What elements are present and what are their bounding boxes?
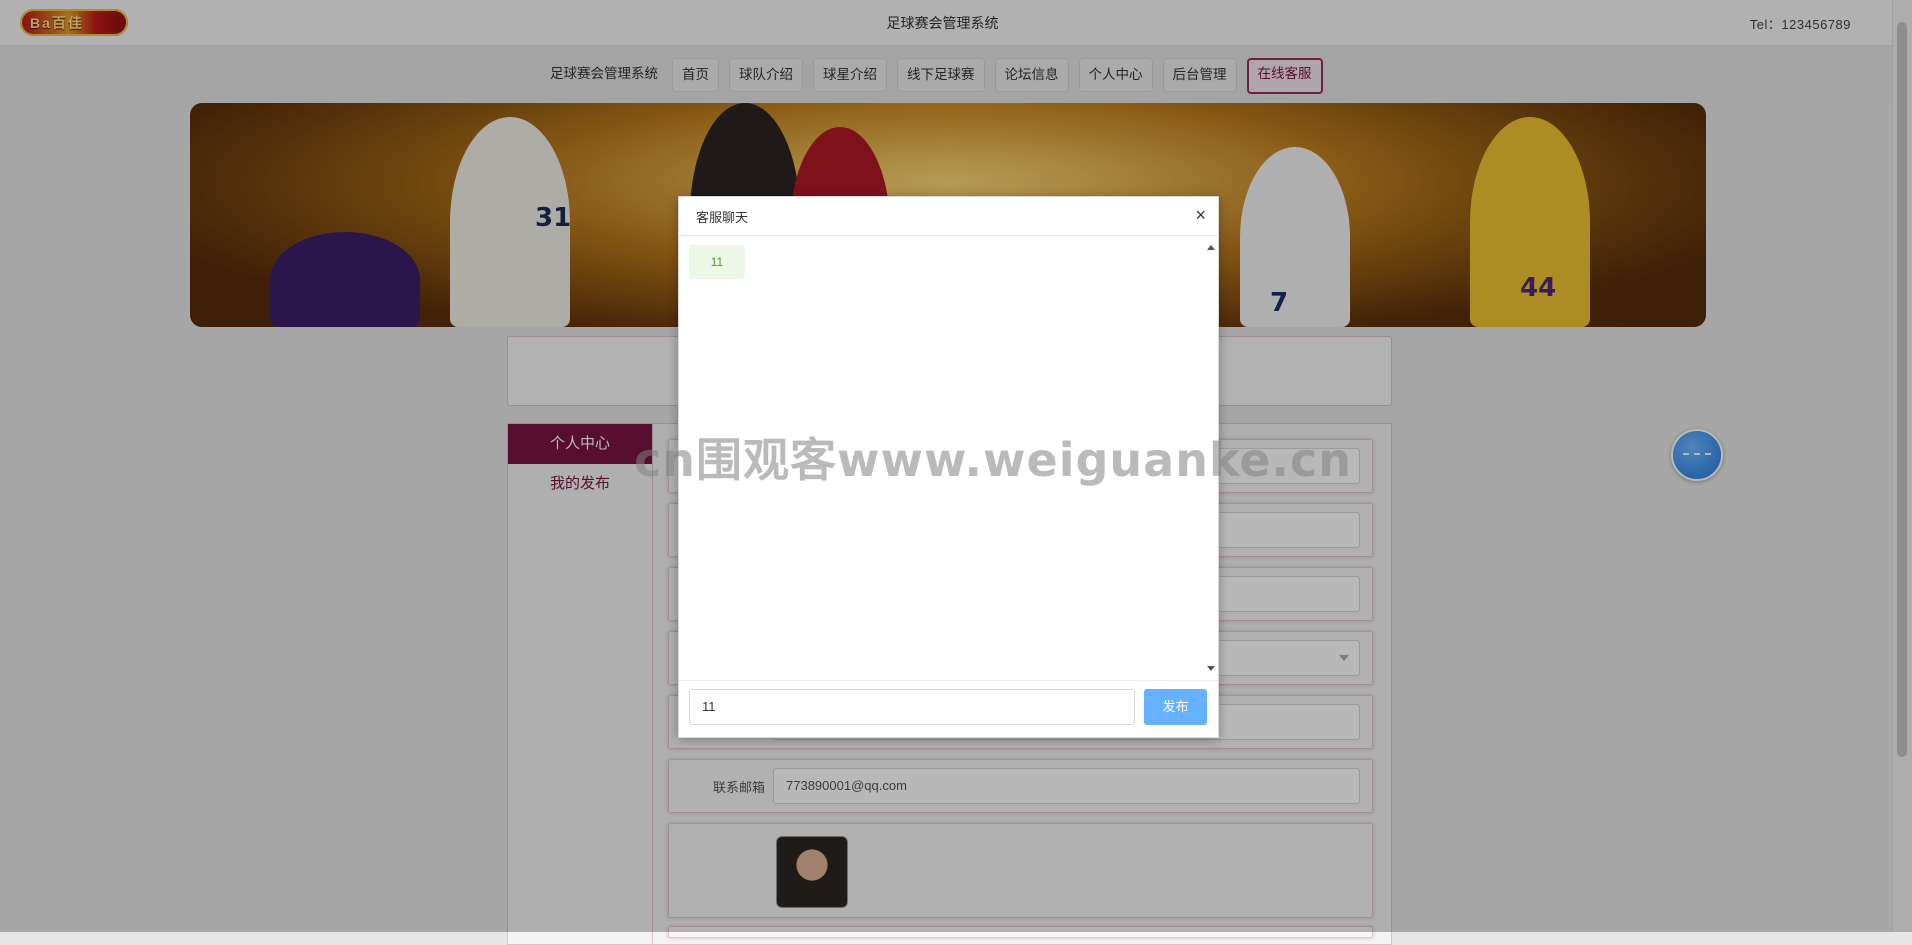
chat-footer: 11 发布 — [679, 680, 1218, 738]
scroll-down-arrow-icon[interactable] — [1207, 666, 1215, 671]
dialog-title: 客服聊天 — [696, 210, 749, 225]
chat-message-bubble: 11 — [689, 245, 745, 279]
dialog-header: 客服聊天 × — [679, 197, 1218, 236]
close-icon[interactable]: × — [1195, 205, 1206, 225]
send-button[interactable]: 发布 — [1144, 689, 1207, 725]
scroll-up-arrow-icon[interactable] — [1207, 245, 1215, 250]
watermark: cn围观客www.weiguanke.cn — [634, 433, 1353, 487]
chat-input[interactable]: 11 — [689, 689, 1135, 725]
